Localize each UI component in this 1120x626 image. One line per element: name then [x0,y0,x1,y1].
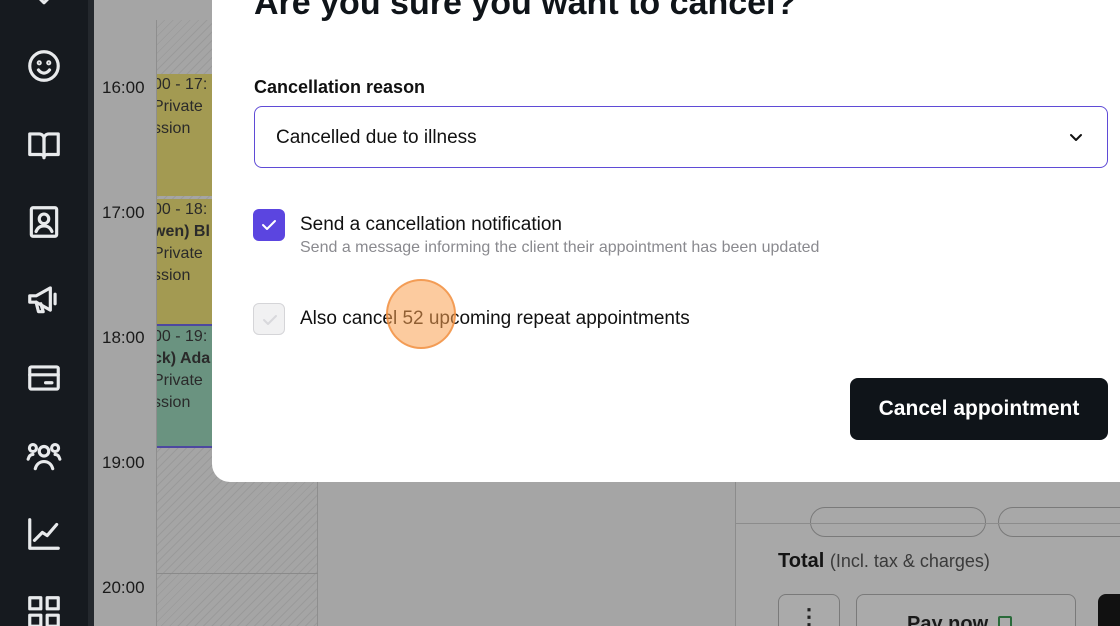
chevron-icon[interactable] [24,0,64,18]
event-session: ssion [157,394,191,411]
selected-reason: Cancelled due to illness [276,127,477,148]
event-type: Private [157,245,203,262]
cancellation-reason-label: Cancellation reason [254,77,426,97]
send-notification-description: Send a message informing the client thei… [300,239,820,256]
time-label: 18:00 [102,328,145,347]
hour-divider [156,573,318,574]
appointment-block[interactable]: 00 - 19: ck) Ada Private ssion [157,324,217,448]
cursor-highlight [386,279,456,349]
divider [735,523,1120,524]
appointment-block[interactable]: 00 - 17: Private ssion [157,74,217,196]
total-note: (Incl. tax & charges) [829,551,990,571]
cancellation-reason-select[interactable]: Cancelled due to illness [254,106,1108,168]
pay-now-label: Pay now [907,613,989,626]
send-notification-checkbox[interactable] [253,209,285,241]
event-time: 00 - 18: [157,201,208,218]
event-client: wen) Bl [157,223,210,240]
event-type: Private [157,98,203,115]
main-sidebar [0,0,88,626]
cancel-repeat-label[interactable]: Also cancel 52 upcoming repeat appointme… [300,308,690,330]
smiley-icon[interactable] [24,46,64,86]
chip[interactable] [810,507,986,537]
time-label: 16:00 [102,78,145,97]
team-icon[interactable] [24,436,64,476]
time-label: 20:00 [102,578,145,597]
credit-card-icon[interactable] [24,358,64,398]
event-session: ssion [157,267,191,284]
pay-now-button[interactable]: Pay now [856,594,1076,626]
total-title: Total [778,550,825,572]
checkmark-icon [262,220,276,230]
send-notification-label[interactable]: Send a cancellation notification [300,214,562,236]
chip[interactable] [998,507,1120,537]
chart-line-icon[interactable] [24,514,64,554]
time-label: 19:00 [102,453,145,472]
more-options-button[interactable]: ⋮ [778,594,840,626]
event-time: 00 - 19: [157,328,208,345]
megaphone-icon[interactable] [24,279,64,319]
checkout-primary-button[interactable] [1098,594,1120,626]
dialog-title: Are you sure you want to cancel? [254,0,797,22]
total-label: Total (Incl. tax & charges) [778,550,990,573]
calculator-icon [998,616,1013,626]
cancel-appointment-button[interactable]: Cancel appointment [850,378,1108,440]
chevron-down-icon [1067,129,1085,147]
event-session: ssion [157,120,191,137]
event-time: 00 - 17: [157,76,208,93]
book-icon[interactable] [24,125,64,165]
grid-icon[interactable] [24,592,64,626]
event-client: ck) Ada [157,350,211,367]
time-column: 16:00 17:00 18:00 19:00 20:00 [94,0,156,626]
appointment-block[interactable]: 00 - 18: wen) Bl Private ssion [157,199,217,324]
contact-card-icon[interactable] [24,202,64,242]
time-label: 17:00 [102,203,145,222]
event-type: Private [157,372,203,389]
cancel-repeat-checkbox[interactable] [253,303,285,335]
checkmark-icon [263,315,277,325]
